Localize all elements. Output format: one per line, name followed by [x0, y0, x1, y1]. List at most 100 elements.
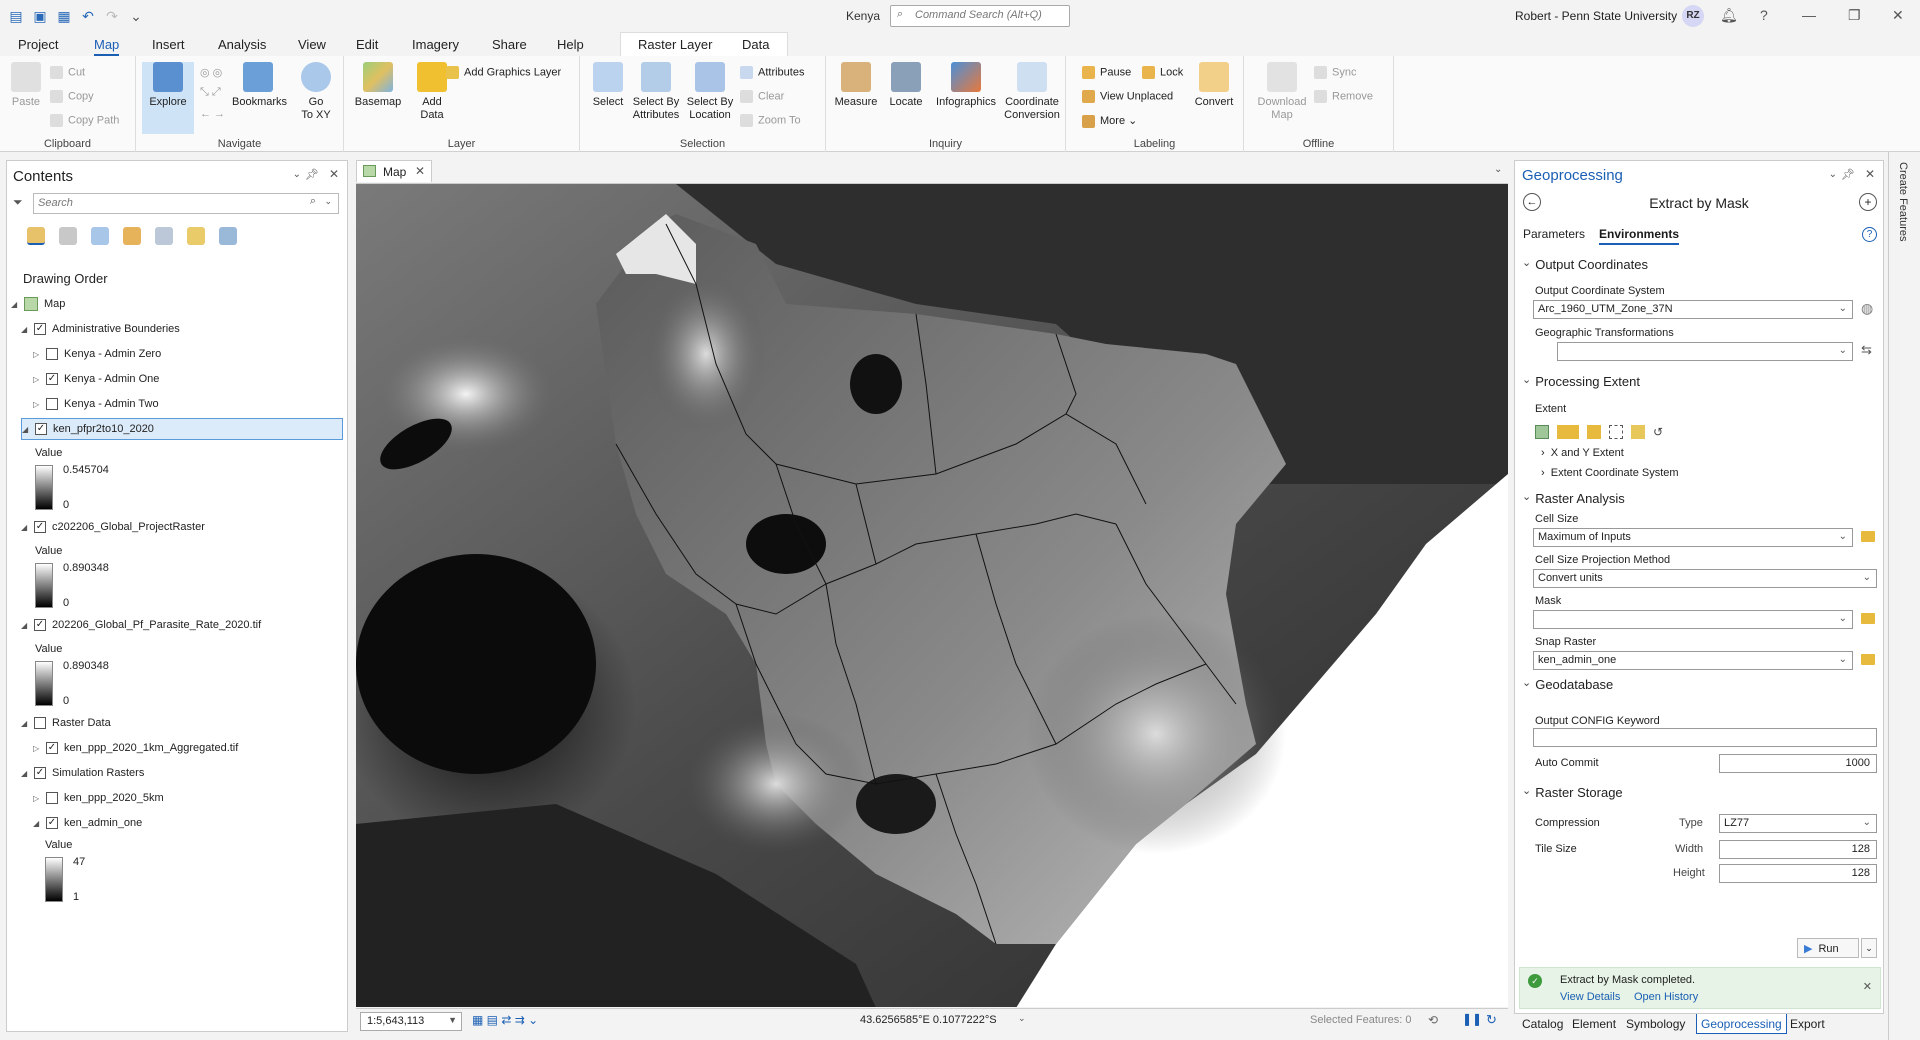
tree-item-parasite-rate[interactable]: ◢ ✓ 202206_Global_Pf_Parasite_Rate_2020.t…: [21, 615, 261, 635]
restore-icon[interactable]: ❐: [1848, 7, 1861, 24]
copy-button[interactable]: Copy: [50, 90, 94, 103]
visibility-checkbox[interactable]: [34, 717, 46, 729]
tree-item-map[interactable]: ◢ Map: [11, 294, 65, 314]
refresh-icon[interactable]: ↻: [1486, 1012, 1497, 1028]
contents-search-input[interactable]: Search ⌕ ⌄: [33, 193, 339, 214]
visibility-checkbox[interactable]: ✓: [34, 767, 46, 779]
tree-item-admin-two[interactable]: ▷ Kenya - Admin Two: [33, 394, 159, 414]
pin-icon[interactable]: 📌︎: [305, 168, 319, 181]
tab-analysis[interactable]: Analysis: [218, 37, 266, 52]
visibility-checkbox[interactable]: ✓: [46, 373, 58, 385]
visibility-checkbox[interactable]: [46, 792, 58, 804]
select-by-attributes-button[interactable]: Select By Attributes: [630, 62, 682, 122]
collapse-arrow-icon[interactable]: ◢: [21, 719, 31, 728]
locate-button[interactable]: Locate: [880, 62, 932, 109]
add-icon[interactable]: +: [1859, 193, 1877, 211]
extent-cs-expander[interactable]: › Extent Coordinate System: [1541, 467, 1679, 479]
tab-environments[interactable]: Environments: [1599, 227, 1680, 245]
layer-extent-dropdown-icon[interactable]: [1557, 425, 1579, 439]
visibility-checkbox[interactable]: ✓: [46, 817, 58, 829]
auto-commit-input[interactable]: 1000: [1719, 754, 1877, 773]
snap-raster-select[interactable]: ken_admin_one ⌄: [1533, 651, 1853, 670]
expand-arrow-icon[interactable]: ▷: [33, 744, 43, 753]
raster-map[interactable]: [356, 184, 1508, 1007]
map-view-tab[interactable]: Map ✕: [356, 160, 432, 182]
pane-options-icon[interactable]: ⌄: [293, 169, 301, 180]
tab-map[interactable]: Map: [94, 37, 120, 56]
explore-button[interactable]: Explore: [142, 62, 194, 134]
sync-button[interactable]: Sync: [1314, 66, 1356, 79]
notifications-bell-icon[interactable]: 🔔︎: [1720, 7, 1738, 24]
tab-element[interactable]: Element: [1572, 1017, 1616, 1031]
tab-export[interactable]: Export: [1790, 1017, 1825, 1031]
tree-item-pfpr-selected[interactable]: ◢ ✓ ken_pfpr2to10_2020: [21, 418, 343, 440]
tab-geoprocessing[interactable]: Geoprocessing: [1696, 1014, 1787, 1034]
close-pane-icon[interactable]: ✕: [329, 167, 339, 181]
tab-symbology[interactable]: Symbology: [1626, 1017, 1685, 1031]
browse-folder-icon[interactable]: [1587, 425, 1601, 439]
geo-transformations-select[interactable]: ⌄: [1557, 342, 1853, 361]
x-y-extent-expander[interactable]: › X and Y Extent: [1541, 447, 1624, 459]
collapse-arrow-icon[interactable]: ◢: [22, 425, 32, 434]
tab-raster-layer[interactable]: Raster Layer: [638, 37, 712, 52]
expand-arrow-icon[interactable]: ▷: [33, 375, 43, 384]
paste-button[interactable]: Paste: [0, 62, 52, 109]
collapse-arrow-icon[interactable]: ◢: [33, 819, 43, 828]
list-by-perspective-icon[interactable]: [219, 227, 237, 245]
tab-view[interactable]: View: [298, 37, 326, 52]
folder-icon[interactable]: [1861, 613, 1875, 624]
tree-item-admin-one[interactable]: ▷ ✓ Kenya - Admin One: [33, 369, 159, 389]
pane-options-icon[interactable]: ⌄: [1829, 169, 1837, 180]
go-to-xy-button[interactable]: Go To XY: [290, 62, 342, 122]
measure-button[interactable]: Measure: [830, 62, 882, 109]
copy-path-button[interactable]: Copy Path: [50, 114, 119, 127]
help-icon[interactable]: ?: [1760, 7, 1768, 23]
view-unplaced-button[interactable]: View Unplaced: [1082, 90, 1173, 103]
cut-button[interactable]: Cut: [50, 66, 85, 79]
collapse-arrow-icon[interactable]: ◢: [21, 523, 31, 532]
snapping-toggles-icon[interactable]: ▦ ▤ ⇄ ⇉ ⌄: [472, 1013, 538, 1027]
visibility-checkbox[interactable]: ✓: [34, 323, 46, 335]
save-project-icon[interactable]: ▦: [56, 8, 72, 24]
select-button[interactable]: Select: [582, 62, 634, 109]
folder-icon[interactable]: [1861, 531, 1875, 542]
list-by-snapping-icon[interactable]: [155, 227, 173, 245]
tree-item-admin-boundaries[interactable]: ◢ ✓ Administrative Bounderies: [21, 319, 180, 339]
visibility-checkbox[interactable]: ✓: [35, 423, 47, 435]
tile-height-input[interactable]: 128: [1719, 864, 1877, 883]
close-tab-icon[interactable]: ✕: [415, 164, 425, 178]
cell-projection-select[interactable]: Convert units ⌄: [1533, 569, 1877, 588]
view-dropdown-icon[interactable]: ⌄: [1494, 164, 1502, 175]
previous-extent-icon[interactable]: ← →: [200, 108, 225, 120]
redo-icon[interactable]: ↷: [104, 8, 120, 24]
cell-size-select[interactable]: Maximum of Inputs ⌄: [1533, 528, 1853, 547]
tab-data[interactable]: Data: [742, 37, 769, 52]
tree-item-ppp-aggregated[interactable]: ▷ ✓ ken_ppp_2020_1km_Aggregated.tif: [33, 738, 238, 758]
select-by-location-button[interactable]: Select By Location: [684, 62, 736, 122]
tab-insert[interactable]: Insert: [152, 37, 185, 52]
attributes-button[interactable]: Attributes: [740, 66, 804, 79]
section-geodatabase[interactable]: Geodatabase: [1522, 677, 1613, 692]
section-raster-storage[interactable]: Raster Storage: [1522, 785, 1622, 800]
minimize-icon[interactable]: —: [1802, 7, 1816, 23]
expand-arrow-icon[interactable]: ▷: [33, 794, 43, 803]
tile-width-input[interactable]: 128: [1719, 840, 1877, 859]
filter-icon[interactable]: ⏷: [13, 195, 23, 210]
pause-drawing-icon[interactable]: ❚❚: [1462, 1012, 1482, 1026]
visibility-checkbox[interactable]: ✓: [46, 742, 58, 754]
run-button[interactable]: ▶ Run: [1797, 938, 1859, 958]
pause-labeling-button[interactable]: Pause: [1082, 66, 1131, 79]
list-by-drawing-order-icon[interactable]: [27, 227, 45, 245]
map-extent-icon[interactable]: [1535, 425, 1549, 439]
more-labeling-button[interactable]: More ⌄: [1082, 114, 1137, 128]
create-features-tab[interactable]: Create Features: [1897, 162, 1909, 241]
customize-toolbar-icon[interactable]: ⌄: [128, 8, 144, 24]
union-icon[interactable]: [1631, 425, 1645, 439]
tab-help[interactable]: Help: [557, 37, 584, 52]
download-map-button[interactable]: Download Map: [1252, 62, 1312, 122]
view-details-link[interactable]: View Details: [1560, 991, 1620, 1003]
add-graphics-layer-button[interactable]: Add Graphics Layer: [446, 66, 561, 79]
clear-button[interactable]: Clear: [740, 90, 784, 103]
zoom-to-button[interactable]: Zoom To: [740, 114, 801, 127]
basemap-button[interactable]: Basemap: [352, 62, 404, 109]
